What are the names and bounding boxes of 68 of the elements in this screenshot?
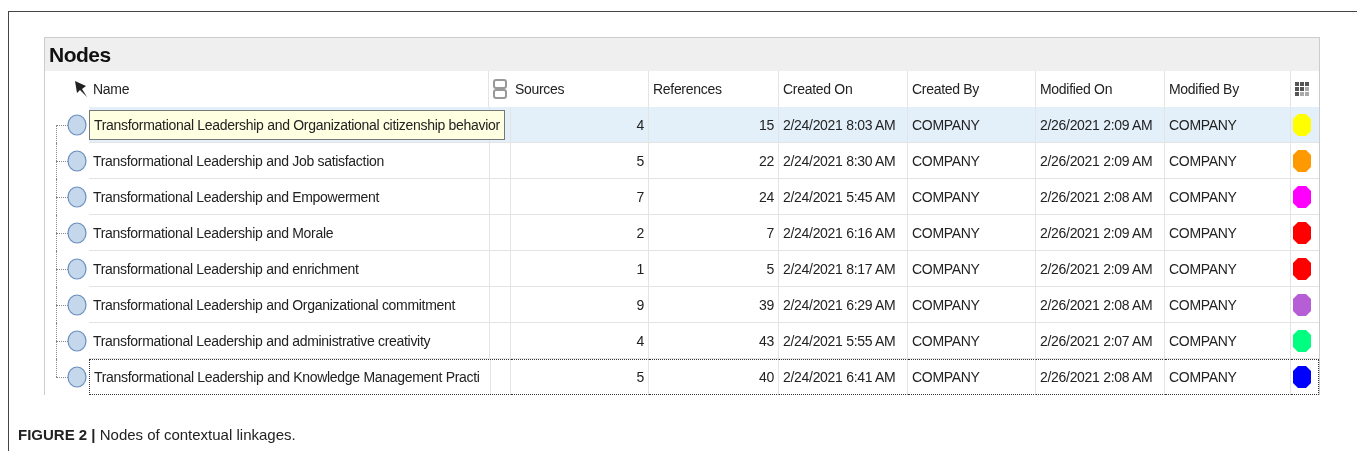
table-cell: 15: [759, 116, 774, 133]
table-cell: 2/26/2021 2:08 AM: [1040, 369, 1153, 385]
panel-title: Nodes: [49, 42, 111, 67]
table-cell: 2/26/2021 2:08 AM: [1040, 188, 1153, 205]
table-cell: 2/26/2021 2:09 AM: [1040, 224, 1153, 241]
table-cell: 2/24/2021 5:45 AM: [783, 188, 896, 205]
table-cell: 9: [636, 296, 644, 313]
node-name: Transformational Leadership and administrative creativity: [93, 332, 431, 349]
node-circle-icon: [67, 366, 87, 388]
node-circle-icon: [67, 150, 87, 172]
table-cell: 2/26/2021 2:09 AM: [1040, 152, 1153, 169]
node-name: Transformational Leadership and Job satisfaction: [93, 152, 384, 169]
grid-icon: [1295, 81, 1310, 97]
table-cell: COMPANY: [912, 369, 980, 385]
table-cell: 2/24/2021 8:03 AM: [783, 116, 896, 133]
table-cell: COMPANY: [912, 224, 980, 241]
table-cell: 4: [636, 332, 644, 349]
table-cell: COMPANY: [1169, 260, 1237, 277]
table-cell: COMPANY: [1169, 296, 1237, 313]
table-cell: 24: [759, 188, 774, 205]
table-cell: 2/26/2021 2:09 AM: [1040, 260, 1153, 277]
table-cell: 5: [636, 369, 644, 385]
table-cell: 4: [636, 116, 644, 133]
figure-caption: FIGURE 2 | Nodes of contextual linkages.: [18, 426, 297, 443]
table-cell: 5: [766, 260, 774, 277]
table-cell: 1: [636, 260, 644, 277]
table-cell: COMPANY: [912, 188, 980, 205]
node-name: Transformational Leadership and Organizational commitment: [93, 296, 456, 313]
table-cell: 2/24/2021 6:41 AM: [783, 369, 896, 385]
table-cell: COMPANY: [912, 152, 980, 169]
table-cell: 7: [766, 224, 774, 241]
table-cell: COMPANY: [1169, 369, 1237, 385]
table-cell: 2/24/2021 8:30 AM: [783, 152, 896, 169]
table-cell: 7: [636, 188, 644, 205]
table-cell: 39: [759, 296, 774, 313]
table-cell: COMPANY: [1169, 332, 1237, 349]
table-cell: COMPANY: [1169, 116, 1237, 133]
table-cell: 2/24/2021 5:55 AM: [783, 332, 896, 349]
table-cell: COMPANY: [1169, 224, 1237, 241]
table-cell: COMPANY: [1169, 188, 1237, 205]
table-cell: 5: [636, 152, 644, 169]
table-cell: 2/26/2021 2:07 AM: [1040, 332, 1153, 349]
table-cell: 43: [759, 332, 774, 349]
node-circle-icon: [67, 186, 87, 208]
node-name: Transformational Leadership and Morale: [93, 224, 334, 241]
node-circle-icon: [67, 222, 87, 244]
node-circle-icon: [67, 294, 87, 316]
node-circle-icon: [67, 330, 87, 352]
node-circle-icon: [67, 258, 87, 280]
table-cell: 40: [759, 369, 774, 385]
table-cell: 2/24/2021 6:16 AM: [783, 224, 896, 241]
node-name: Transformational Leadership and enrichment: [93, 260, 359, 277]
tooltip: Transformational Leadership and Organizational citizenship behavior: [89, 109, 505, 140]
table-cell: 22: [759, 152, 774, 169]
table-cell: 2: [636, 224, 644, 241]
table-cell: COMPANY: [1169, 152, 1237, 169]
table-cell: COMPANY: [912, 116, 980, 133]
node-circle-icon: [67, 114, 87, 136]
node-name: Transformational Leadership and Empowerment: [93, 188, 380, 205]
chain-icon: [493, 79, 507, 99]
table-cell: 2/24/2021 8:17 AM: [783, 260, 896, 277]
node-name: Transformational Leadership and Knowledge Management Practi: [94, 369, 480, 385]
table-cell: COMPANY: [912, 260, 980, 277]
table-cell: COMPANY: [912, 296, 980, 313]
table-cell: 2/26/2021 2:09 AM: [1040, 116, 1153, 133]
table-cell: COMPANY: [912, 332, 980, 349]
table-cell: 2/24/2021 6:29 AM: [783, 296, 896, 313]
table-cell: 2/26/2021 2:08 AM: [1040, 296, 1153, 313]
